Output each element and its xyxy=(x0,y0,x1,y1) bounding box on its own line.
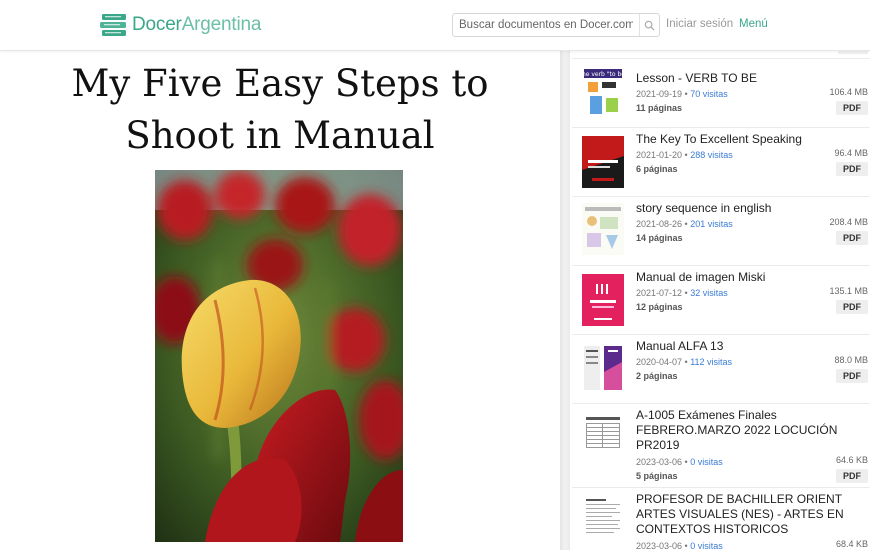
pdf-badge[interactable]: PDF xyxy=(836,469,868,483)
file-size: 96.4 MB xyxy=(834,148,868,158)
top-header: DocerArgentina Iniciar sesión Menú xyxy=(0,0,870,51)
document-thumbnail: The verb "to be" xyxy=(582,66,624,118)
search-icon xyxy=(644,20,655,31)
pdf-badge[interactable]: PDF xyxy=(836,231,868,245)
document-title: My Five Easy Steps to Shoot in Manual xyxy=(71,62,489,157)
logo-text: DocerArgentina xyxy=(132,14,262,35)
file-size: 106.4 MB xyxy=(829,87,868,97)
pdf-badge[interactable]: PDF xyxy=(836,162,868,176)
document-meta: 2021-09-19 • 70 visitas xyxy=(636,89,728,99)
document-meta: 2021-07-12 • 32 visitas xyxy=(636,288,728,298)
pdf-badge[interactable]: PDF xyxy=(836,369,868,383)
document-thumbnail xyxy=(582,495,624,547)
document-title-link[interactable]: Manual ALFA 13 xyxy=(636,339,846,354)
document-thumbnail xyxy=(582,136,624,188)
document-thumbnail xyxy=(582,203,624,255)
document-meta: 2020-04-07 • 112 visitas xyxy=(636,357,733,367)
svg-text:The verb "to be": The verb "to be" xyxy=(582,71,624,78)
document-title-link[interactable]: Lesson - VERB TO BE xyxy=(636,71,846,86)
login-link[interactable]: Iniciar sesión xyxy=(666,18,733,30)
books-logo-icon xyxy=(100,14,126,36)
menu-link[interactable]: Menú xyxy=(739,18,768,30)
document-meta: 2021-01-20 • 288 visitas xyxy=(636,150,733,160)
page-count: 6 páginas xyxy=(636,164,678,174)
list-item[interactable]: PROFESOR DE BACHILLER ORIENT ARTES VISUA… xyxy=(572,487,870,557)
document-thumbnail xyxy=(582,342,624,394)
tulip-image xyxy=(155,170,403,542)
list-item[interactable]: The Key To Excellent Speaking 2021-01-20… xyxy=(572,127,870,197)
list-item[interactable]: The verb "to be" Lesson - VERB TO BE 202… xyxy=(572,58,870,128)
page-count: 11 páginas xyxy=(636,103,683,113)
list-item[interactable]: Manual ALFA 13 2020-04-07 • 112 visitas … xyxy=(572,334,870,404)
document-thumbnail xyxy=(582,413,624,465)
list-item[interactable]: story sequence in english 2021-08-26 • 2… xyxy=(572,196,870,266)
site-logo[interactable]: DocerArgentina xyxy=(100,10,261,40)
document-meta: 2021-08-26 • 201 visitas xyxy=(636,219,733,229)
document-title-link[interactable]: PROFESOR DE BACHILLER ORIENT ARTES VISUA… xyxy=(636,492,846,537)
page-count: 14 páginas xyxy=(636,233,683,243)
search-button[interactable] xyxy=(638,14,659,36)
document-meta: 2023-03-06 • 0 visitas xyxy=(636,457,723,467)
file-size: 68.4 KB xyxy=(835,539,868,549)
document-title-link[interactable]: story sequence in english xyxy=(636,201,846,216)
list-item[interactable]: A-1005 Exámenes Finales FEBRERO.MARZO 20… xyxy=(572,403,870,488)
file-size: 88.0 MB xyxy=(834,355,868,365)
page-count: 2 páginas xyxy=(636,371,678,381)
list-item[interactable]: Manual de imagen Miski 2021-07-12 • 32 v… xyxy=(572,265,870,335)
search-box xyxy=(452,13,660,37)
file-size: 135.1 MB xyxy=(829,286,868,296)
related-documents-list: The verb "to be" Lesson - VERB TO BE 202… xyxy=(572,50,870,551)
document-title-link[interactable]: A-1005 Exámenes Finales FEBRERO.MARZO 20… xyxy=(636,408,846,453)
tulip-photo xyxy=(155,170,403,542)
file-size: 64.6 KB xyxy=(835,455,868,465)
search-input[interactable] xyxy=(453,19,639,31)
document-thumbnail xyxy=(582,274,624,326)
pdf-badge[interactable]: PDF xyxy=(836,300,868,314)
document-title-link[interactable]: The Key To Excellent Speaking xyxy=(636,132,846,147)
file-size: 208.4 MB xyxy=(829,217,868,227)
pdf-badge[interactable]: PDF xyxy=(836,101,868,115)
document-title-link[interactable]: Manual de imagen Miski xyxy=(636,270,846,285)
page-count: 5 páginas xyxy=(636,471,678,481)
content-divider xyxy=(560,50,570,550)
page-count: 12 páginas xyxy=(636,302,683,312)
